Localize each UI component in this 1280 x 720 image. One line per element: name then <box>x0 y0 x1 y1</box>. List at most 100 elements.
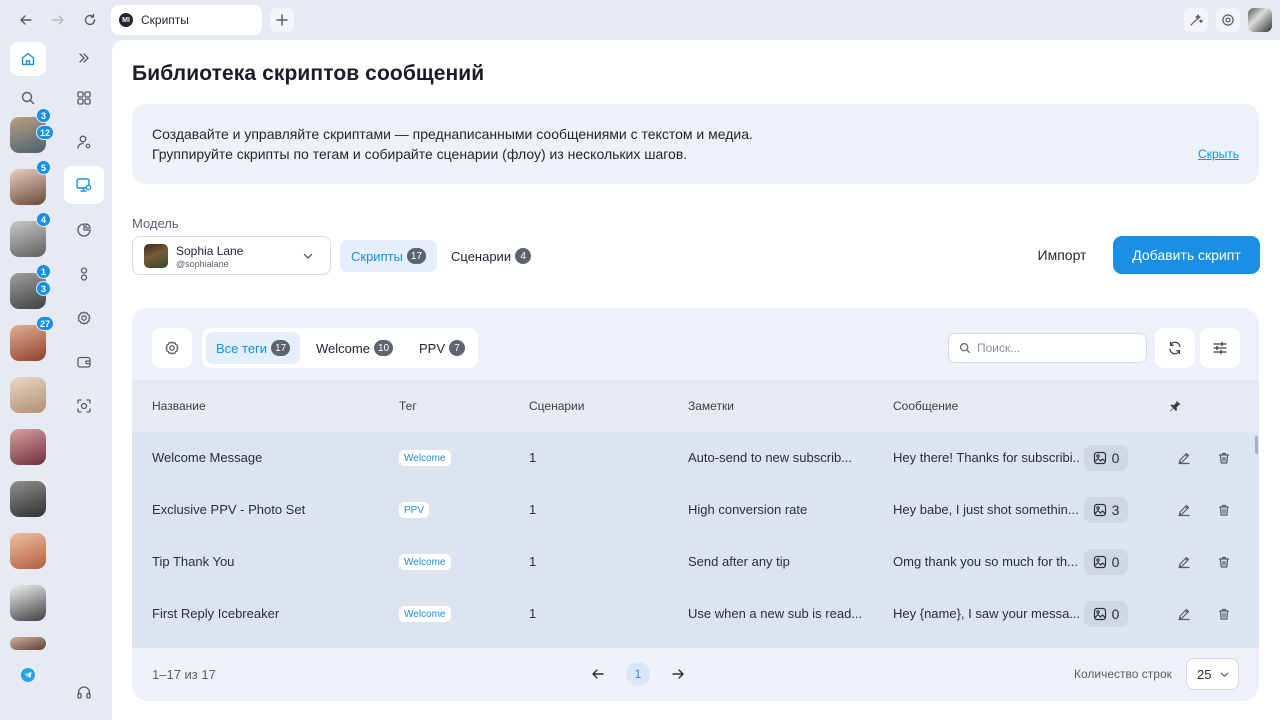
chat-avatar[interactable] <box>10 585 46 621</box>
nav-scripts[interactable] <box>64 166 104 204</box>
settings-button[interactable] <box>1216 8 1240 32</box>
chat-avatar[interactable] <box>10 429 46 465</box>
media-count[interactable]: 3 <box>1084 497 1128 523</box>
tag-tab-ppv[interactable]: PPV 7 <box>409 332 475 364</box>
info-banner: Создавайте и управляйте скриптами — пред… <box>132 104 1259 184</box>
edit-script-button[interactable] <box>1175 553 1193 571</box>
table-row[interactable]: Welcome Message Welcome 1 Auto-send to new … <box>132 432 1259 484</box>
expand-sidebar-button[interactable] <box>72 46 96 70</box>
trash-icon <box>1217 451 1231 465</box>
import-button[interactable]: Импорт <box>1022 236 1102 274</box>
browser-topbar: MI Скрипты <box>0 0 1280 40</box>
tab-scenarios[interactable]: Сценарии 4 <box>440 240 542 272</box>
search-input[interactable] <box>977 341 1137 355</box>
chevron-down-icon <box>1221 672 1229 677</box>
column-header-message[interactable]: Сообщение <box>893 399 958 413</box>
tab-scenarios-label: Сценарии <box>451 248 512 264</box>
delete-script-button[interactable] <box>1215 553 1233 571</box>
column-header-tag[interactable]: Тег <box>399 399 417 413</box>
tag-tab-label: PPV <box>419 340 446 356</box>
nav-team[interactable] <box>72 262 96 286</box>
trash-icon <box>1217 503 1231 517</box>
script-notes: Auto-send to new subscrib... <box>688 450 853 465</box>
script-name: Welcome Message <box>152 450 263 465</box>
edit-pencil-icon <box>1177 451 1191 465</box>
nav-support[interactable] <box>72 680 96 704</box>
refresh-button[interactable] <box>1155 328 1195 368</box>
hide-banner-link[interactable]: Скрыть <box>1198 147 1239 161</box>
home-button[interactable] <box>10 42 46 76</box>
script-name: First Reply Icebreaker <box>152 606 280 621</box>
reload-button[interactable] <box>78 8 102 32</box>
column-header-notes[interactable]: Заметки <box>688 399 734 413</box>
team-icon <box>80 267 88 281</box>
table-scrollbar[interactable] <box>1255 436 1258 454</box>
wallet-icon <box>77 356 91 368</box>
nav-analytics[interactable] <box>72 218 96 242</box>
tag-pill: Welcome <box>399 450 451 466</box>
rows-per-page-select[interactable]: 25 <box>1186 658 1239 690</box>
new-tab-button[interactable] <box>270 8 294 32</box>
sliders-icon <box>1213 341 1227 355</box>
search-icon <box>21 91 35 105</box>
chat-avatar[interactable] <box>10 533 46 569</box>
media-count[interactable]: 0 <box>1084 445 1128 471</box>
chat-search-button[interactable] <box>16 86 40 110</box>
gear-icon <box>77 311 91 325</box>
chat-avatar[interactable] <box>10 637 46 650</box>
next-page-button[interactable] <box>666 662 690 686</box>
delete-script-button[interactable] <box>1215 501 1233 519</box>
nav-wallet[interactable] <box>72 350 96 374</box>
back-button[interactable] <box>14 8 38 32</box>
table-row[interactable]: First Reply Icebreaker Welcome 1 Use when a… <box>132 588 1259 640</box>
tag-pill: PPV <box>399 502 430 518</box>
unread-count-badge: 27 <box>36 316 55 331</box>
user-avatar[interactable] <box>1248 8 1272 32</box>
pagination-range: 1–17 из 17 <box>152 667 216 682</box>
scenarios-count-badge: 4 <box>515 248 532 264</box>
scripts-monitor-icon <box>76 178 92 192</box>
column-header-name[interactable]: Название <box>152 399 206 413</box>
magic-button[interactable] <box>1184 8 1208 32</box>
model-select[interactable]: Sophia Lane @sophialane <box>132 236 331 275</box>
chat-avatar[interactable] <box>10 377 46 413</box>
delete-script-button[interactable] <box>1215 449 1233 467</box>
nav-settings[interactable] <box>72 306 96 330</box>
info-text-line-2: Группируйте скрипты по тегам и собирайте… <box>152 146 688 162</box>
tag-filter: Все теги 17 Welcome 10 PPV 7 <box>202 328 478 368</box>
media-count[interactable]: 0 <box>1084 549 1128 575</box>
pin-icon[interactable] <box>1168 399 1182 413</box>
scripts-table-card: Все теги 17 Welcome 10 PPV 7 Название Те… <box>132 308 1259 701</box>
image-icon <box>1093 503 1107 517</box>
telegram-icon[interactable] <box>21 668 35 682</box>
reload-icon <box>84 13 96 26</box>
forward-button[interactable] <box>46 8 70 32</box>
nav-ai[interactable] <box>72 394 96 418</box>
user-settings-icon <box>77 135 91 149</box>
filters-button[interactable] <box>1200 328 1240 368</box>
page-number-button[interactable]: 1 <box>626 662 650 686</box>
prev-page-button[interactable] <box>586 662 610 686</box>
media-count-value: 0 <box>1111 450 1120 466</box>
scripts-count-badge: 17 <box>406 248 427 264</box>
page-title: Библиотека скриптов сообщений <box>132 62 485 85</box>
tag-tab-all[interactable]: Все теги 17 <box>206 332 301 364</box>
media-count[interactable]: 0 <box>1084 601 1128 627</box>
tab-scripts[interactable]: Скрипты 17 <box>340 240 438 272</box>
table-row[interactable]: Exclusive PPV - Photo Set PPV 1 High conver… <box>132 484 1259 536</box>
edit-script-button[interactable] <box>1175 605 1193 623</box>
column-header-scenarios[interactable]: Сценарии <box>529 399 584 413</box>
table-row[interactable]: Tip Thank You Welcome 1 Send after any tip O… <box>132 536 1259 588</box>
delete-script-button[interactable] <box>1215 605 1233 623</box>
trash-icon <box>1217 555 1231 569</box>
add-script-button[interactable]: Добавить скрипт <box>1113 236 1260 274</box>
arrow-right-icon <box>52 15 64 25</box>
edit-script-button[interactable] <box>1175 501 1193 519</box>
table-settings-button[interactable] <box>152 328 192 368</box>
nav-users[interactable] <box>72 130 96 154</box>
tag-tab-welcome[interactable]: Welcome 10 <box>306 332 403 364</box>
browser-tab-scripts[interactable]: MI Скрипты <box>111 5 262 35</box>
nav-dashboard[interactable] <box>72 86 96 110</box>
edit-script-button[interactable] <box>1175 449 1193 467</box>
chat-avatar[interactable] <box>10 481 46 517</box>
